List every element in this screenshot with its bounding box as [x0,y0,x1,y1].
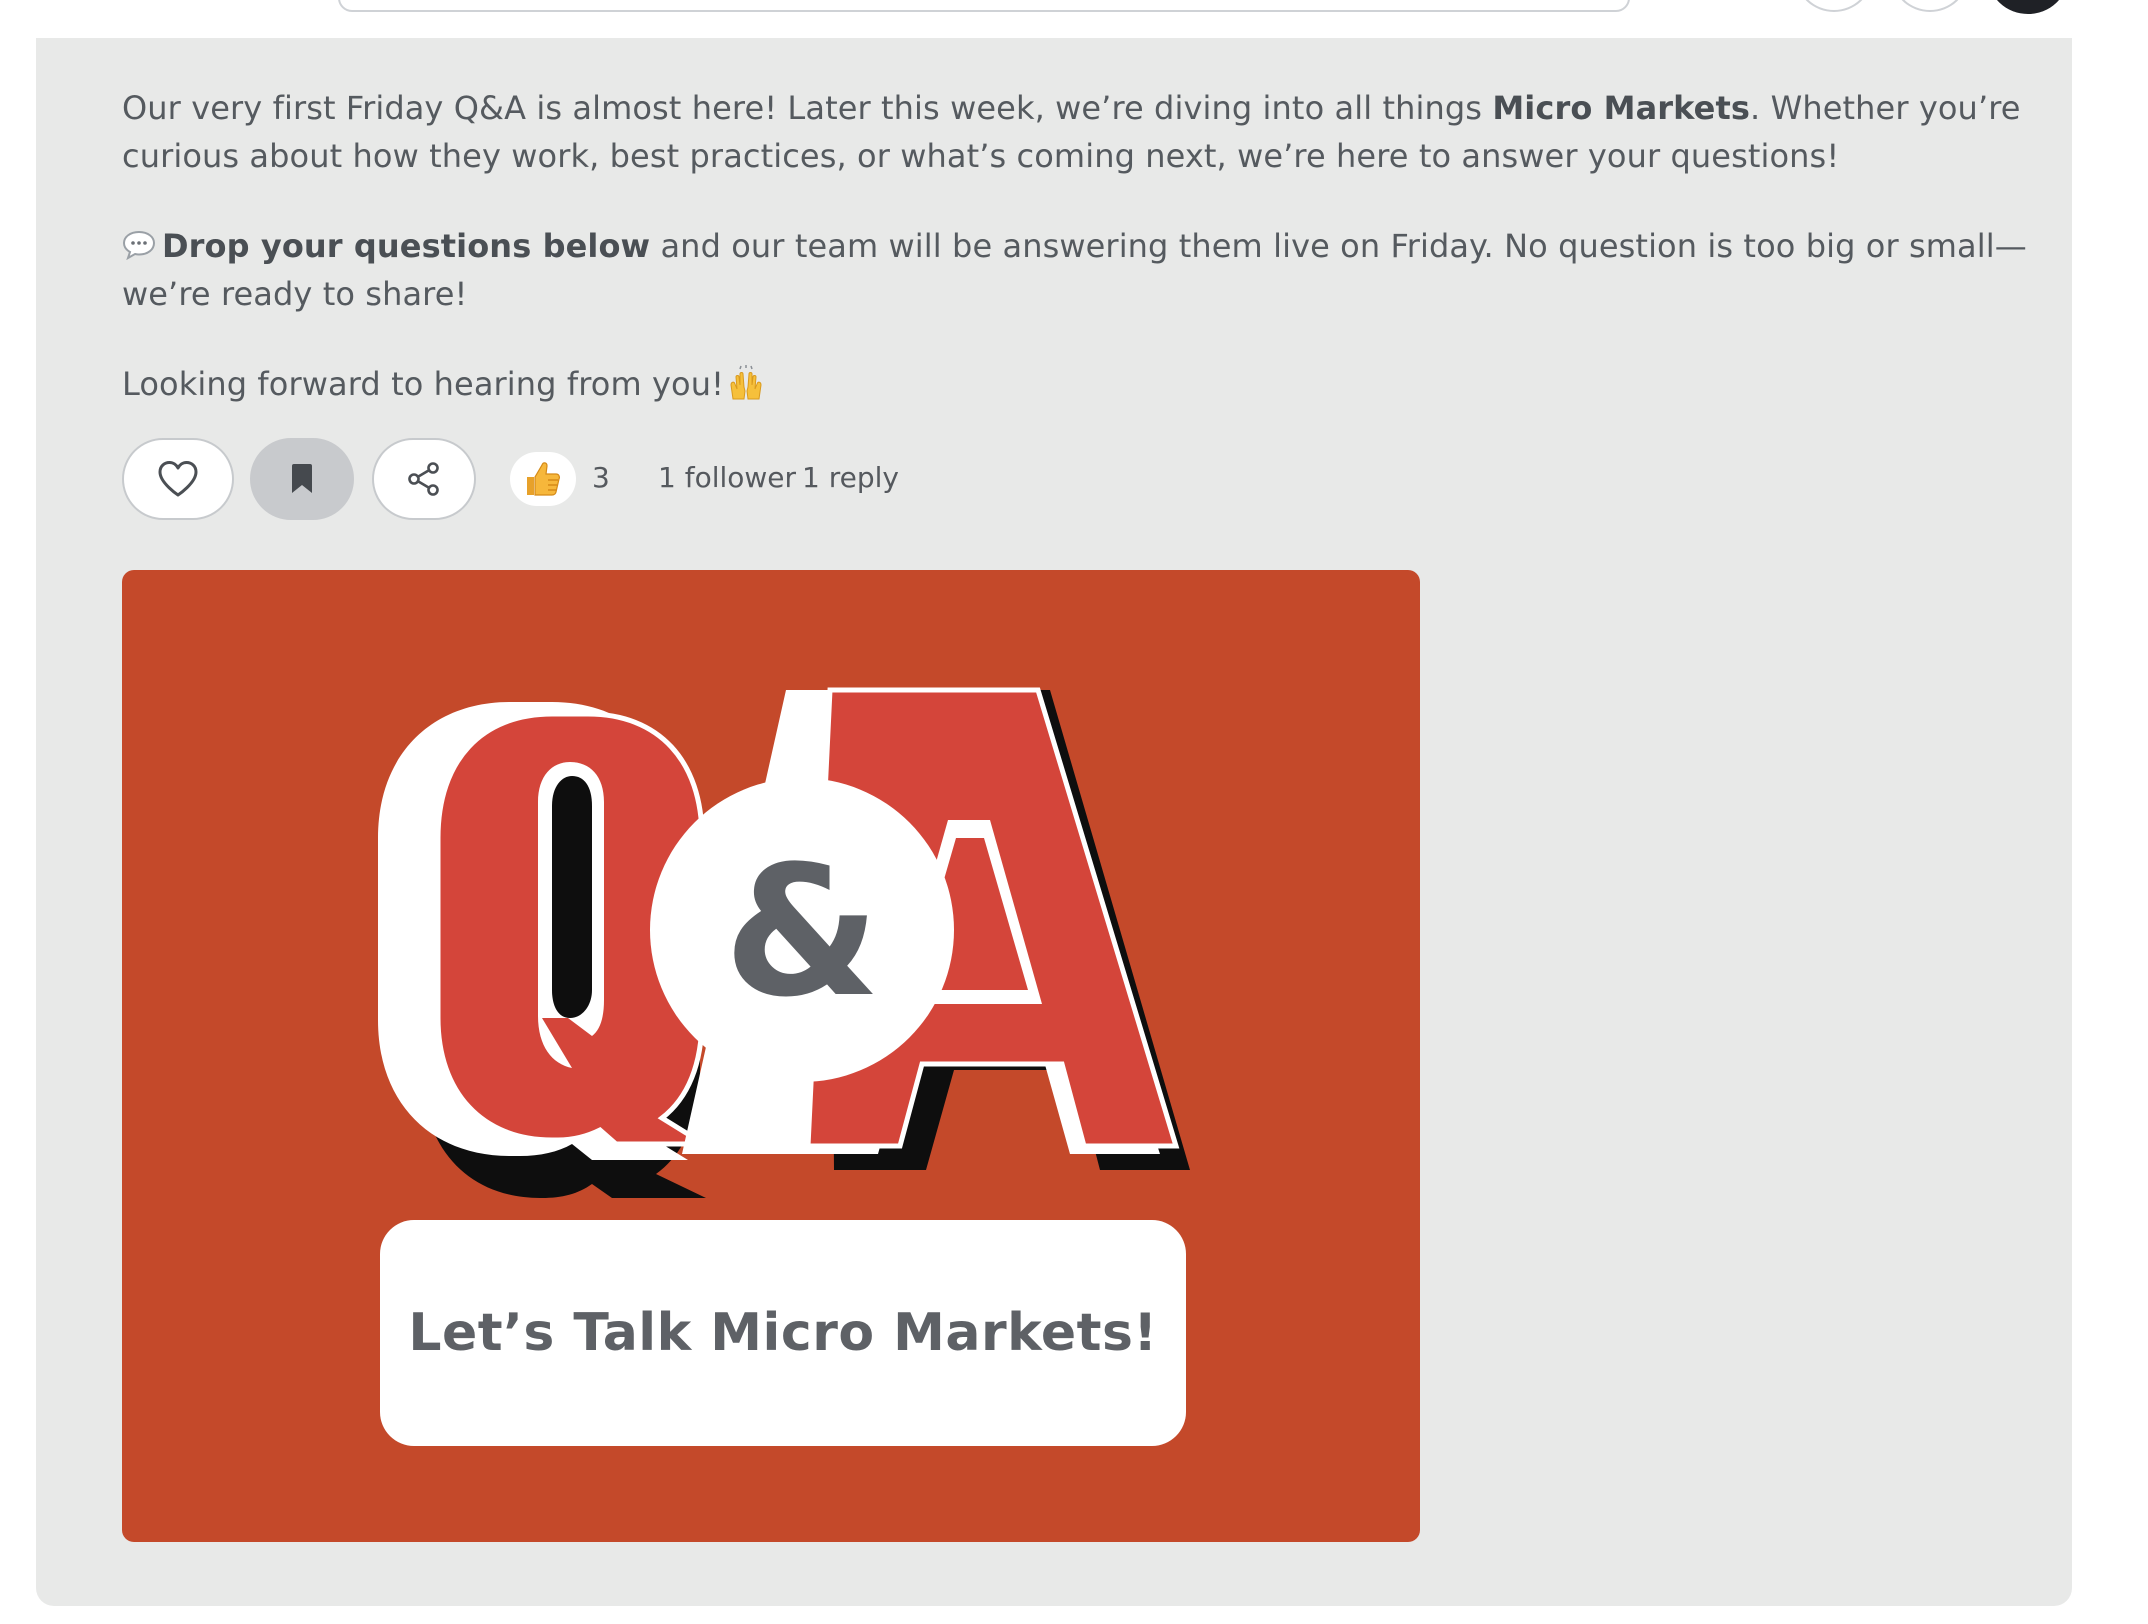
reply-count[interactable]: 1 reply [802,458,899,498]
raising-hands-emoji-icon [730,365,762,400]
ampersand-text: & [724,828,881,1037]
closing-text: Looking forward to hearing from you! [122,365,725,403]
speech-bubble-emoji-icon [122,230,156,260]
questions-text-bold: Drop your questions below [162,227,651,265]
like-button[interactable] [122,438,234,520]
intro-text-bold: Micro Markets [1492,89,1751,127]
search-bar[interactable] [338,0,1630,12]
post-card: Our very first Friday Q&A is almost here… [36,38,2072,1606]
post-paragraph-closing: Looking forward to hearing from you! [122,360,2072,408]
qa-announcement-image: & Let’s Talk Micro Markets! [122,570,1420,1542]
reaction-badge[interactable] [510,452,576,506]
qa-banner-text: Let’s Talk Micro Markets! [408,1303,1158,1363]
bookmark-icon [292,464,312,493]
top-header [0,0,2148,38]
post-action-row: 3 1 follower 1 reply [122,438,1322,522]
header-icon-button[interactable] [1796,0,1872,12]
bookmark-button[interactable] [250,438,354,520]
heart-icon [158,461,198,497]
share-icon [408,462,439,496]
reaction-count: 3 [592,461,610,494]
follower-count[interactable]: 1 follower [658,458,796,498]
user-avatar[interactable] [1988,0,2068,14]
thumbs-up-emoji-icon [527,462,560,496]
post-paragraph-intro: Our very first Friday Q&A is almost here… [122,84,2072,180]
share-button[interactable] [372,438,476,520]
qa-banner: Let’s Talk Micro Markets! [380,1220,1186,1446]
intro-text-start: Our very first Friday Q&A is almost here… [122,89,1493,127]
header-icon-button[interactable] [1892,0,1968,12]
post-paragraph-questions: Drop your questions below and our team w… [122,222,2072,318]
